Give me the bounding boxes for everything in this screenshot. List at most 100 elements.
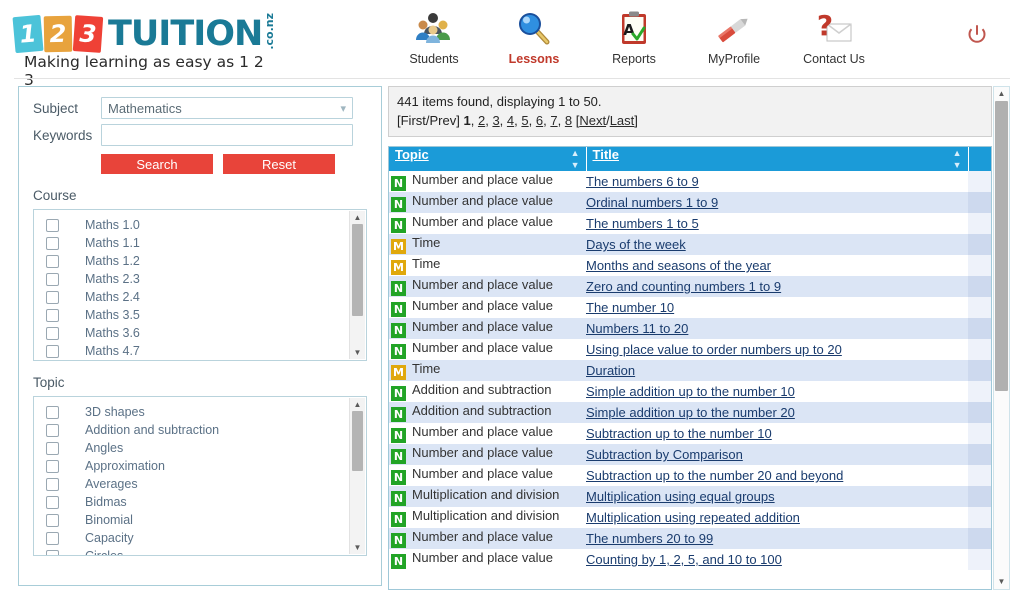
pager-page-1[interactable]: 1 bbox=[463, 113, 470, 128]
lesson-title-link[interactable]: Subtraction by Comparison bbox=[586, 447, 743, 462]
scroll-up-icon[interactable]: ▲ bbox=[998, 87, 1006, 101]
nav-item-lessons[interactable]: Lessons bbox=[498, 8, 570, 66]
nav-item-contact-us[interactable]: ? Contact Us bbox=[798, 8, 870, 66]
table-row[interactable]: MTimeMonths and seasons of the year bbox=[389, 255, 991, 276]
checkbox[interactable] bbox=[46, 442, 59, 455]
checkbox[interactable] bbox=[46, 237, 59, 250]
sort-updown-icon[interactable]: ▲▼ bbox=[571, 147, 580, 171]
list-item[interactable]: Bidmas bbox=[46, 493, 366, 511]
list-item[interactable]: Maths 1.2 bbox=[46, 252, 366, 270]
table-row[interactable]: NNumber and place valueOrdinal numbers 1… bbox=[389, 192, 991, 213]
checkbox[interactable] bbox=[46, 327, 59, 340]
checkbox[interactable] bbox=[46, 532, 59, 545]
checkbox[interactable] bbox=[46, 273, 59, 286]
table-row[interactable]: NAddition and subtractionSimple addition… bbox=[389, 402, 991, 423]
list-item[interactable]: Circles bbox=[46, 547, 366, 556]
lesson-title-link[interactable]: Subtraction up to the number 20 and beyo… bbox=[586, 468, 843, 483]
course-scrollbar[interactable]: ▲ ▼ bbox=[349, 211, 365, 359]
list-item[interactable]: Addition and subtraction bbox=[46, 421, 366, 439]
table-row[interactable]: NMultiplication and divisionMultiplicati… bbox=[389, 507, 991, 528]
lesson-title-link[interactable]: Months and seasons of the year bbox=[586, 258, 771, 273]
course-listbox[interactable]: Maths 1.0 Maths 1.1 Maths 1.2 Maths 2.3 … bbox=[33, 209, 367, 361]
table-row[interactable]: NNumber and place valueNumbers 11 to 20 bbox=[389, 318, 991, 339]
scroll-up-icon[interactable]: ▲ bbox=[354, 398, 362, 411]
search-button[interactable]: Search bbox=[101, 154, 213, 174]
table-row[interactable]: NAddition and subtractionSimple addition… bbox=[389, 381, 991, 402]
list-item[interactable]: Binomial bbox=[46, 511, 366, 529]
scroll-down-icon[interactable]: ▼ bbox=[354, 346, 362, 359]
table-row[interactable]: NNumber and place valueCounting by 1, 2,… bbox=[389, 549, 991, 570]
pager-next[interactable]: Next bbox=[579, 113, 606, 128]
lesson-title-link[interactable]: Zero and counting numbers 1 to 9 bbox=[586, 279, 781, 294]
lesson-title-link[interactable]: Duration bbox=[586, 363, 635, 378]
scroll-thumb[interactable] bbox=[352, 411, 363, 471]
lesson-title-link[interactable]: Subtraction up to the number 10 bbox=[586, 426, 772, 441]
scroll-thumb[interactable] bbox=[995, 101, 1008, 391]
pager-page-8[interactable]: 8 bbox=[565, 113, 572, 128]
checkbox[interactable] bbox=[46, 496, 59, 509]
table-row[interactable]: NNumber and place valueSubtraction up to… bbox=[389, 423, 991, 444]
scroll-thumb[interactable] bbox=[352, 224, 363, 316]
topic-listbox[interactable]: 3D shapes Addition and subtraction Angle… bbox=[33, 396, 367, 556]
lesson-title-link[interactable]: The numbers 6 to 9 bbox=[586, 174, 699, 189]
table-row[interactable]: NNumber and place valueThe numbers 1 to … bbox=[389, 213, 991, 234]
table-row[interactable]: MTimeDuration bbox=[389, 360, 991, 381]
lesson-title-link[interactable]: Using place value to order numbers up to… bbox=[586, 342, 842, 357]
checkbox[interactable] bbox=[46, 309, 59, 322]
list-item[interactable]: Averages bbox=[46, 475, 366, 493]
pager-page-5[interactable]: 5 bbox=[521, 113, 528, 128]
list-item[interactable]: Maths 3.5 bbox=[46, 306, 366, 324]
list-item[interactable]: 3D shapes bbox=[46, 403, 366, 421]
checkbox[interactable] bbox=[46, 460, 59, 473]
lesson-title-link[interactable]: Multiplication using repeated addition bbox=[586, 510, 800, 525]
lesson-title-link[interactable]: Days of the week bbox=[586, 237, 686, 252]
checkbox[interactable] bbox=[46, 550, 59, 557]
scroll-down-icon[interactable]: ▼ bbox=[354, 541, 362, 554]
list-item[interactable]: Angles bbox=[46, 439, 366, 457]
table-row[interactable]: NNumber and place valueThe numbers 6 to … bbox=[389, 171, 991, 192]
nav-item-students[interactable]: Students bbox=[398, 8, 470, 66]
lesson-title-link[interactable]: Ordinal numbers 1 to 9 bbox=[586, 195, 718, 210]
table-row[interactable]: MTimeDays of the week bbox=[389, 234, 991, 255]
checkbox[interactable] bbox=[46, 255, 59, 268]
list-item[interactable]: Maths 1.0 bbox=[46, 216, 366, 234]
checkbox[interactable] bbox=[46, 406, 59, 419]
table-row[interactable]: NNumber and place valueZero and counting… bbox=[389, 276, 991, 297]
lesson-title-link[interactable]: Counting by 1, 2, 5, and 10 to 100 bbox=[586, 552, 782, 567]
logout-button[interactable] bbox=[966, 24, 988, 51]
nav-item-myprofile[interactable]: MyProfile bbox=[698, 8, 770, 66]
list-item[interactable]: Maths 2.3 bbox=[46, 270, 366, 288]
checkbox[interactable] bbox=[46, 219, 59, 232]
column-header-topic[interactable]: Topic ▲▼ bbox=[389, 147, 586, 171]
table-row[interactable]: NNumber and place valueThe number 10 bbox=[389, 297, 991, 318]
subject-select[interactable]: Mathematics ▾ bbox=[101, 97, 353, 119]
pager-page-7[interactable]: 7 bbox=[550, 113, 557, 128]
reset-button[interactable]: Reset bbox=[223, 154, 335, 174]
keywords-input[interactable] bbox=[101, 124, 353, 146]
table-row[interactable]: NNumber and place valueUsing place value… bbox=[389, 339, 991, 360]
scroll-up-icon[interactable]: ▲ bbox=[354, 211, 362, 224]
list-item[interactable]: Capacity bbox=[46, 529, 366, 547]
lesson-title-link[interactable]: The numbers 1 to 5 bbox=[586, 216, 699, 231]
lesson-title-link[interactable]: Simple addition up to the number 20 bbox=[586, 405, 795, 420]
lesson-title-link[interactable]: Multiplication using equal groups bbox=[586, 489, 775, 504]
list-item[interactable]: Maths 4.8 bbox=[46, 360, 366, 361]
scroll-down-icon[interactable]: ▼ bbox=[998, 575, 1006, 589]
table-row[interactable]: NMultiplication and divisionMultiplicati… bbox=[389, 486, 991, 507]
lesson-title-link[interactable]: Simple addition up to the number 10 bbox=[586, 384, 795, 399]
table-row[interactable]: NNumber and place valueThe numbers 20 to… bbox=[389, 528, 991, 549]
list-item[interactable]: Maths 2.4 bbox=[46, 288, 366, 306]
lesson-title-link[interactable]: The numbers 20 to 99 bbox=[586, 531, 713, 546]
list-item[interactable]: Maths 3.6 bbox=[46, 324, 366, 342]
topic-scrollbar[interactable]: ▲ ▼ bbox=[349, 398, 365, 554]
table-row[interactable]: NNumber and place valueSubtraction by Co… bbox=[389, 444, 991, 465]
sort-updown-icon[interactable]: ▲▼ bbox=[953, 147, 962, 171]
scroll-track[interactable] bbox=[350, 411, 365, 541]
checkbox[interactable] bbox=[46, 478, 59, 491]
column-header-title[interactable]: Title ▲▼ bbox=[586, 147, 968, 171]
pager-last[interactable]: Last bbox=[610, 113, 635, 128]
lesson-title-link[interactable]: The number 10 bbox=[586, 300, 674, 315]
pager-page-3[interactable]: 3 bbox=[492, 113, 499, 128]
checkbox[interactable] bbox=[46, 424, 59, 437]
nav-item-reports[interactable]: A Reports bbox=[598, 8, 670, 66]
